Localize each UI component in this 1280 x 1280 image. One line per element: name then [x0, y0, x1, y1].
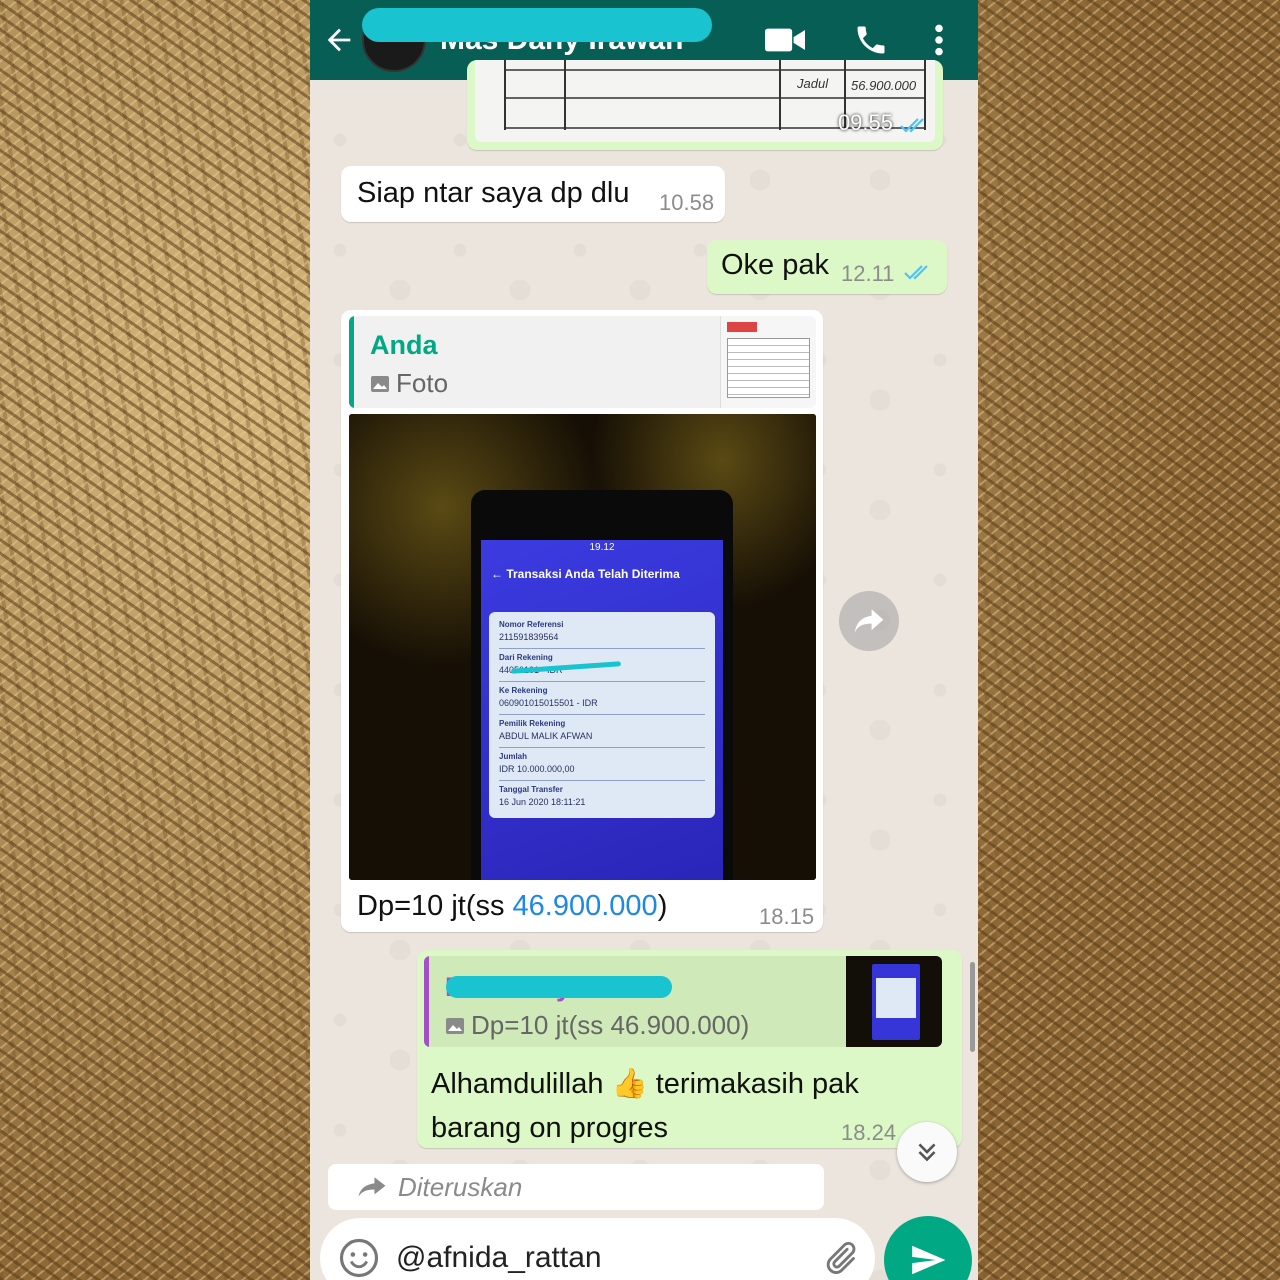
row-value: ABDUL MALIK AFWAN	[499, 731, 593, 741]
thumbs-up-emoji: 👍	[611, 1068, 648, 1100]
message-time: 18.24	[841, 1120, 897, 1145]
forwarded-label: Diteruskan	[398, 1171, 523, 1202]
message-input[interactable]: @afnida_rattan	[320, 1218, 875, 1280]
phone-device: 19.12 ← Transaksi Anda Telah Diterima No…	[471, 490, 733, 880]
transaction-card: Nomor Referensi 211591839564 Dari Rekenin…	[489, 612, 715, 818]
message-text: Dp=10 jt(ss 46.900.000)	[357, 890, 667, 923]
reply-preview: Dp=10 jt(ss 46.900.000)	[445, 1010, 749, 1041]
video-call-icon	[765, 28, 805, 52]
back-arrow-icon	[327, 28, 351, 52]
photo-icon	[446, 1017, 464, 1034]
phone-screen: 19.12 ← Transaksi Anda Telah Diterima No…	[481, 540, 723, 880]
more-vert-icon	[935, 24, 943, 56]
reply-thumbnail	[846, 956, 942, 1047]
row-value: 211591839564	[499, 632, 559, 642]
row-label: Ke Rekening	[499, 686, 548, 695]
attach-icon[interactable]	[821, 1238, 859, 1278]
message-input-text[interactable]: @afnida_rattan	[396, 1241, 821, 1275]
photo-amount: 56.900.000	[851, 78, 917, 93]
screen-title: ← Transaksi Anda Telah Diterima	[491, 567, 680, 581]
row-label: Pemilik Rekening	[499, 719, 566, 728]
transaction-row: Pemilik Rekening ABDUL MALIK AFWAN	[499, 715, 705, 748]
quoted-reply[interactable]: Mas Dany Irawan Dp=10 jt(ss 46.900.000)	[424, 956, 942, 1047]
row-value: IDR 10.000.000,00	[499, 764, 575, 774]
message-time: 12.11	[841, 261, 895, 286]
forward-arrow-icon	[854, 609, 884, 633]
transfer-screenshot-photo[interactable]: 19.12 ← Transaksi Anda Telah Diterima No…	[349, 414, 816, 880]
transaction-row: Dari Rekening44050101 - IDR	[499, 649, 705, 682]
row-value: 16 Jun 2020 18:11:21	[499, 797, 586, 807]
row-label: Dari Rekening	[499, 653, 553, 662]
row-label: Jumlah	[499, 752, 528, 761]
transaction-row: Nomor Referensi 211591839564	[499, 616, 705, 649]
device-clock: 19.12	[589, 542, 615, 553]
photo-label: Jadul	[797, 76, 829, 91]
incoming-photo-message[interactable]: Anda Foto 19.12 ← Transaksi Anda Telah D…	[341, 310, 823, 932]
redaction-mark	[362, 8, 712, 42]
transaction-row: Tanggal Transfer 16 Jun 2020 18:11:21	[499, 781, 705, 814]
forward-button[interactable]	[839, 591, 899, 651]
outgoing-photo-message[interactable]: Jadul 56.900.000 09.55	[467, 60, 943, 150]
outgoing-message[interactable]: Mas Dany Irawan Dp=10 jt(ss 46.900.000) …	[417, 950, 962, 1148]
incoming-message[interactable]: Siap ntar saya dp dlu 10.58	[341, 166, 725, 222]
read-ticks-icon	[904, 265, 928, 280]
reply-accent-bar	[349, 316, 354, 408]
message-text-line: terimakasih pak	[647, 1068, 859, 1100]
reply-thumbnail	[720, 316, 816, 408]
photo-icon	[371, 375, 389, 392]
transaction-row: Jumlah IDR 10.000.000,00	[499, 748, 705, 781]
message-text: Alhamdulillah 👍 terimakasih pak barang o…	[431, 1062, 859, 1150]
reply-preview: Foto	[370, 368, 448, 399]
quoted-reply[interactable]: Anda Foto	[349, 316, 816, 408]
emoji-icon[interactable]	[338, 1237, 380, 1279]
message-text-line: Alhamdulillah	[431, 1068, 604, 1100]
phone-icon	[857, 26, 885, 54]
scrollbar[interactable]	[970, 962, 975, 1052]
message-text-suffix: )	[657, 890, 668, 922]
transaction-row: Ke Rekening 060901015015501 - IDR	[499, 682, 705, 715]
forwarded-banner: Diteruskan	[328, 1164, 824, 1210]
message-time: 10.58	[659, 190, 715, 215]
row-label: Tanggal Transfer	[499, 785, 563, 794]
message-text: Siap ntar saya dp dlu	[357, 177, 630, 209]
reply-author: Anda	[370, 330, 438, 360]
forward-arrow-icon	[358, 1177, 386, 1197]
phone-number-link[interactable]: 46.900.000	[513, 890, 658, 922]
screen-title-text: Transaksi Anda Telah Diterima	[506, 567, 680, 581]
reply-preview-text: Dp=10 jt(ss 46.900.000)	[471, 1010, 750, 1040]
message-text: Oke pak	[721, 249, 829, 281]
outgoing-message[interactable]: Oke pak 12.11	[707, 240, 947, 294]
message-time: 18.15	[759, 904, 815, 929]
message-text-line: barang on progres	[431, 1112, 668, 1144]
double-chevron-down-icon	[918, 1143, 936, 1162]
message-time: 09.55	[837, 110, 893, 135]
reply-preview-text: Foto	[396, 368, 449, 398]
send-icon	[912, 1245, 946, 1275]
scroll-to-bottom-button[interactable]	[897, 1122, 957, 1182]
message-text-prefix: Dp=10 jt(ss	[357, 890, 513, 922]
reply-accent-bar	[424, 956, 429, 1047]
row-value: 060901015015501 - IDR	[499, 698, 598, 708]
whatsapp-chat-screen: Mas Dany Irawan	[310, 0, 978, 1280]
back-button[interactable]	[310, 0, 368, 80]
redaction-mark	[446, 976, 672, 998]
read-ticks-icon	[900, 118, 924, 133]
row-label: Nomor Referensi	[499, 620, 564, 629]
